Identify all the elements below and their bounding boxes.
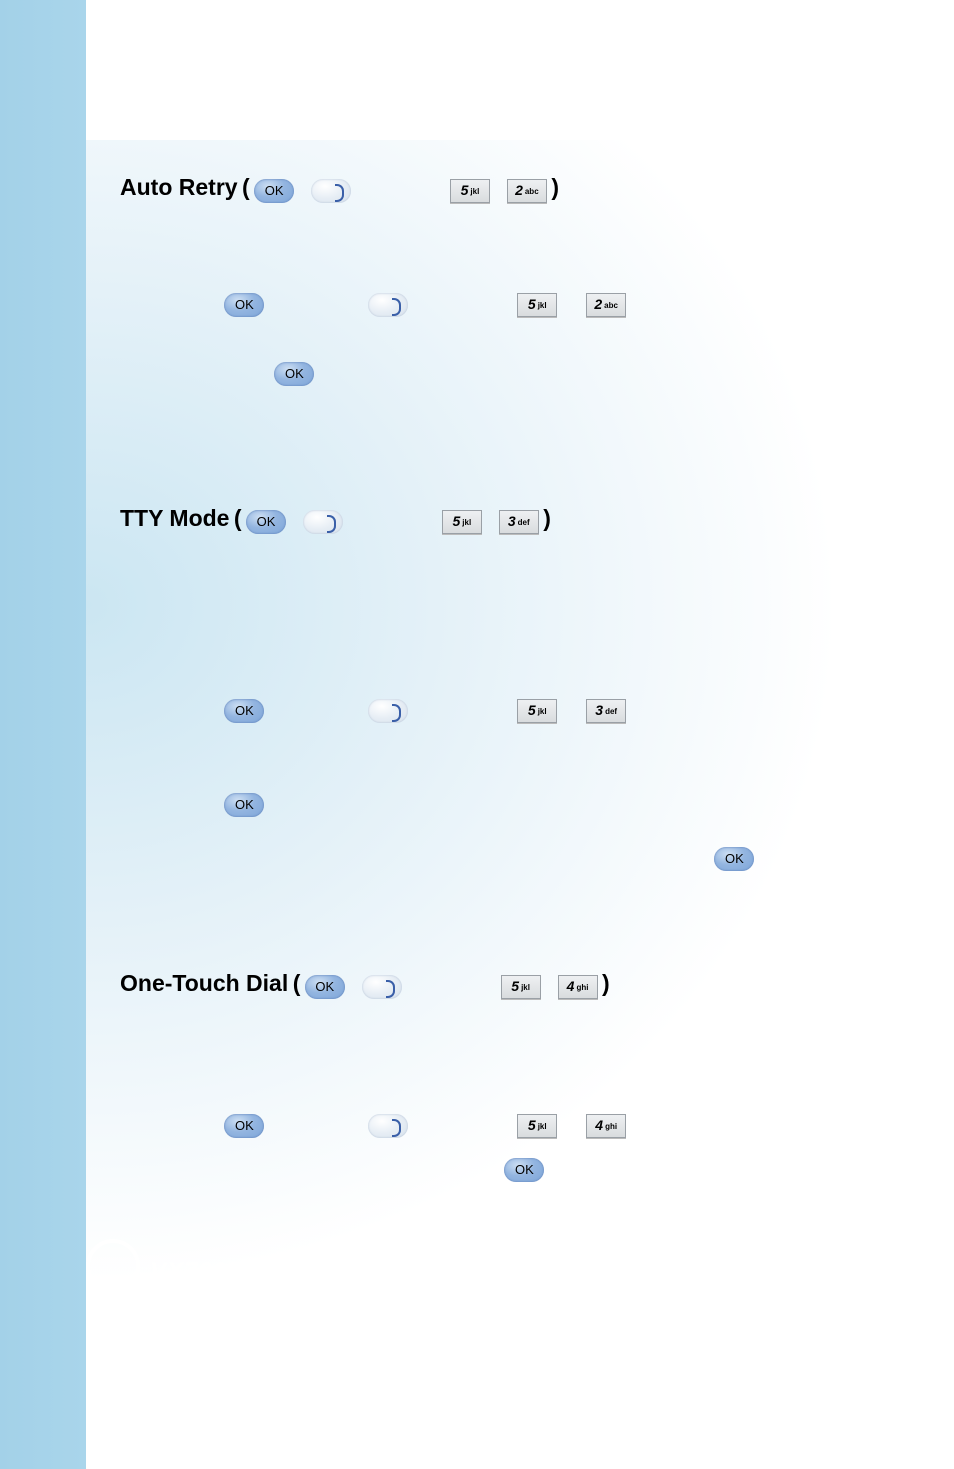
paren-open: ( [293, 970, 301, 996]
step-row-ot-1: OK 5jkl 4ghi [120, 1109, 820, 1143]
key-5[interactable]: 5jkl [450, 179, 490, 203]
ok-button[interactable]: OK [254, 179, 294, 203]
heading-row-tty: TTY Mode ( OK 5jkl 3def ) [120, 501, 820, 539]
footer-model-label: VX7000 [150, 1258, 241, 1286]
step-row-ar-2: OK [120, 357, 820, 391]
key-5[interactable]: 5jkl [517, 293, 557, 317]
heading-row-auto-retry: Auto Retry ( OK 5jkl 2abc ) [120, 170, 820, 208]
ok-button[interactable]: OK [224, 293, 264, 317]
nav-right-icon[interactable] [311, 179, 351, 203]
nav-right-icon[interactable] [303, 510, 343, 534]
ok-button[interactable]: OK [274, 362, 314, 386]
step-row-tty-3: OK [120, 842, 820, 876]
page-content: Auto Retry ( OK 5jkl 2abc ) OK 5jkl 2abc [120, 170, 820, 1227]
footer-circle-icon [86, 1239, 140, 1293]
nav-right-icon[interactable] [362, 975, 402, 999]
section-tty-mode: TTY Mode ( OK 5jkl 3def ) OK 5jkl 3def O [120, 501, 820, 876]
paren-close: ) [543, 505, 551, 531]
key-2[interactable]: 2abc [507, 179, 547, 203]
nav-right-icon[interactable] [368, 699, 408, 723]
nav-right-icon[interactable] [368, 1114, 408, 1138]
paren-close: ) [602, 970, 610, 996]
ok-button[interactable]: OK [224, 1114, 264, 1138]
heading-auto-retry: Auto Retry [120, 174, 238, 200]
step-row-tty-2: OK [120, 788, 820, 822]
key-3[interactable]: 3def [499, 510, 539, 534]
key-3[interactable]: 3def [586, 699, 626, 723]
nav-right-icon[interactable] [368, 293, 408, 317]
key-5[interactable]: 5jkl [517, 1114, 557, 1138]
step-row-tty-1: OK 5jkl 3def [120, 694, 820, 728]
paren-open: ( [234, 505, 242, 531]
key-5[interactable]: 5jkl [517, 699, 557, 723]
key-2[interactable]: 2abc [586, 293, 626, 317]
ok-button[interactable]: OK [224, 699, 264, 723]
key-5[interactable]: 5jkl [442, 510, 482, 534]
key-5[interactable]: 5jkl [501, 975, 541, 999]
step-row-ot-2: OK [120, 1153, 820, 1187]
ok-button[interactable]: OK [224, 793, 264, 817]
ok-button[interactable]: OK [504, 1158, 544, 1182]
paren-close: ) [551, 174, 559, 200]
section-one-touch: One-Touch Dial ( OK 5jkl 4ghi ) OK 5jkl … [120, 966, 820, 1187]
ok-button[interactable]: OK [714, 847, 754, 871]
heading-one-touch: One-Touch Dial [120, 970, 288, 996]
heading-tty-mode: TTY Mode [120, 505, 229, 531]
step-row-ar-1: OK 5jkl 2abc [120, 288, 820, 322]
ok-button[interactable]: OK [305, 975, 345, 999]
heading-row-one-touch: One-Touch Dial ( OK 5jkl 4ghi ) [120, 966, 820, 1004]
paren-open: ( [242, 174, 250, 200]
key-4[interactable]: 4ghi [558, 975, 598, 999]
ok-button[interactable]: OK [246, 510, 286, 534]
section-auto-retry: Auto Retry ( OK 5jkl 2abc ) OK 5jkl 2abc [120, 170, 820, 391]
left-color-band [0, 0, 86, 1469]
key-4[interactable]: 4ghi [586, 1114, 626, 1138]
